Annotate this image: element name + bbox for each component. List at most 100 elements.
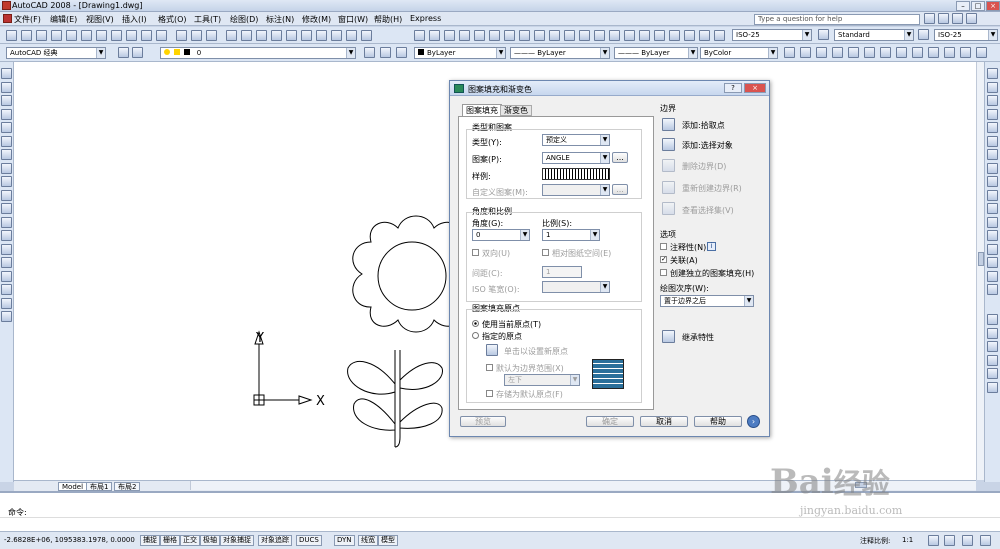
type-select[interactable]: 预定义 ▼ [542, 134, 610, 146]
tab-layout2[interactable]: 布局2 [114, 482, 141, 491]
dimstyle-select[interactable]: ISO-25 ▼ [732, 29, 812, 41]
match-icon[interactable] [141, 30, 152, 41]
insert-block-icon[interactable] [1, 216, 12, 228]
revision-cloud-icon[interactable] [1, 162, 12, 174]
break-icon[interactable] [987, 230, 998, 241]
status-toggle-7[interactable]: DYN [334, 535, 355, 546]
polygon-icon[interactable] [1, 108, 12, 120]
paste-icon[interactable] [126, 30, 137, 41]
styles-tool-icon[interactable] [896, 47, 907, 58]
lineweight-select[interactable]: ——— ByLayer ▼ [614, 47, 698, 59]
move-icon[interactable] [987, 135, 998, 147]
dimension-tool-icon[interactable] [444, 30, 455, 41]
styles-tool-icon[interactable] [976, 47, 987, 58]
status-toggle-0[interactable]: 捕捉 [140, 535, 160, 546]
draw-order-tool-icon[interactable] [987, 327, 998, 339]
draw-order-tool-icon[interactable] [987, 314, 998, 325]
doc-icon[interactable] [3, 14, 12, 23]
menu-item-4[interactable]: 格式(O) [158, 14, 187, 25]
ellipse-icon[interactable] [1, 189, 12, 201]
make-block-icon[interactable] [1, 230, 12, 241]
dimension-tool-icon[interactable] [549, 30, 560, 41]
spacing-input[interactable]: 1 [542, 266, 582, 278]
menu-item-0[interactable]: 文件(F) [14, 14, 41, 25]
textstyle-select[interactable]: Standard ▼ [834, 29, 914, 41]
layer-previous-icon[interactable] [364, 47, 375, 58]
origin-position-select[interactable]: 左下 ▼ [504, 374, 580, 386]
search-icon[interactable] [924, 13, 935, 24]
remove-boundaries-icon[interactable] [662, 159, 675, 172]
construction-line-icon[interactable] [1, 81, 12, 93]
dimension-tool-icon[interactable] [564, 30, 575, 41]
specified-origin-radio[interactable] [472, 332, 479, 339]
dimension-tool-icon[interactable] [639, 30, 650, 41]
dim-style-icon[interactable] [918, 29, 929, 40]
status-toggle-4[interactable]: 对象捕捉 [220, 535, 254, 546]
chamfer-icon[interactable] [987, 257, 998, 268]
dimension-tool-icon[interactable] [504, 30, 515, 41]
custom-pattern-select[interactable]: ▼ [542, 184, 610, 196]
set-origin-icon[interactable] [486, 344, 498, 356]
minimize-icon[interactable]: – [956, 1, 970, 11]
styles-tool-icon[interactable] [864, 47, 875, 58]
recreate-boundary-icon[interactable] [662, 181, 675, 194]
add-pick-points-icon[interactable] [662, 118, 675, 131]
make-current-icon[interactable] [380, 47, 391, 58]
help-search-input[interactable]: Type a question for help [754, 14, 920, 25]
draw-order-tool-icon[interactable] [987, 368, 998, 379]
dimension-tool-icon[interactable] [534, 30, 545, 41]
more-options-icon[interactable]: › [747, 415, 760, 428]
help-button[interactable]: 帮助 [694, 416, 742, 427]
add-select-objects-button[interactable]: 添加:选择对象 [682, 140, 733, 151]
zoom-icon[interactable] [226, 30, 237, 41]
associative-checkbox[interactable]: ✓ [660, 256, 667, 263]
arc-icon[interactable] [1, 135, 12, 147]
break-at-point-icon[interactable] [987, 216, 998, 228]
add-pick-points-button[interactable]: 添加:拾取点 [682, 120, 725, 131]
layer-icon[interactable] [132, 47, 143, 58]
styles-tool-icon[interactable] [928, 47, 939, 58]
dimension-tool-icon[interactable] [579, 30, 590, 41]
status-toggle-3[interactable]: 极轴 [200, 535, 220, 546]
lock-icon[interactable] [962, 535, 973, 546]
store-default-checkbox[interactable] [486, 390, 493, 397]
properties-icon[interactable] [271, 30, 282, 41]
linetype-select[interactable]: ——— ByLayer ▼ [510, 47, 610, 59]
dimension-tool-icon[interactable] [669, 30, 680, 41]
region-icon[interactable] [1, 284, 12, 295]
annotative-checkbox[interactable] [660, 243, 667, 250]
tab-hatch[interactable]: 图案填充 [462, 104, 502, 116]
relative-paper-checkbox[interactable] [542, 249, 549, 256]
double-checkbox[interactable] [472, 249, 479, 256]
favorites-icon[interactable] [952, 13, 963, 24]
extend-icon[interactable] [987, 203, 998, 214]
gradient-icon[interactable] [1, 270, 12, 282]
status-toggle-8[interactable]: 线宽 [358, 535, 378, 546]
erase-icon[interactable] [987, 68, 998, 79]
workspace-settings-icon[interactable] [118, 47, 129, 58]
auto-scale-icon[interactable] [944, 535, 955, 546]
draw-order-tool-icon[interactable] [987, 381, 998, 393]
zoom-window-icon[interactable] [241, 30, 252, 41]
status-toggle-6[interactable]: DUCS [296, 535, 322, 546]
styles-tool-icon[interactable] [880, 47, 891, 58]
rotate-icon[interactable] [987, 149, 998, 160]
dimension-tool-icon[interactable] [624, 30, 635, 41]
use-current-origin-radio[interactable] [472, 320, 479, 327]
vertical-scrollbar[interactable] [976, 62, 984, 480]
open-icon[interactable] [21, 30, 32, 41]
inherit-properties-button[interactable]: 继承特性 [682, 332, 714, 343]
hatch-icon[interactable] [1, 257, 12, 268]
explode-icon[interactable] [987, 284, 998, 295]
tool-palettes-icon[interactable] [301, 30, 312, 41]
menu-item-9[interactable]: 窗口(W) [338, 14, 368, 25]
status-toggle-2[interactable]: 正交 [180, 535, 200, 546]
dimension-tool-icon[interactable] [684, 30, 695, 41]
plotstyle-select[interactable]: ByColor ▼ [700, 47, 778, 59]
sheet-set-icon[interactable] [316, 30, 327, 41]
styles-tool-icon[interactable] [912, 47, 923, 58]
array-icon[interactable] [987, 122, 998, 133]
separate-hatches-checkbox[interactable] [660, 269, 667, 276]
menu-item-6[interactable]: 绘图(D) [230, 14, 258, 25]
line-icon[interactable] [1, 68, 12, 79]
